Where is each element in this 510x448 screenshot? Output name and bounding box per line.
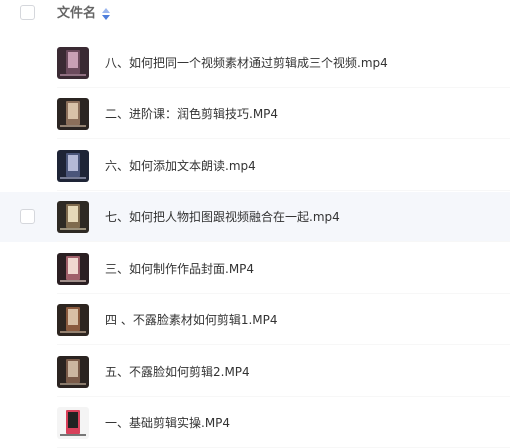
- file-row[interactable]: 二、进阶课：润色剪辑技巧.MP4: [0, 89, 510, 140]
- video-thumbnail[interactable]: [57, 355, 89, 388]
- video-thumbnail[interactable]: [57, 149, 89, 182]
- column-header-filename[interactable]: 文件名: [57, 6, 96, 22]
- file-list-header: 文件名: [0, 0, 510, 30]
- row-divider: [57, 292, 510, 294]
- file-name[interactable]: 六、如何添加文本朗读.mp4: [105, 157, 256, 175]
- file-name[interactable]: 八、如何把同一个视频素材通过剪辑成三个视频.mp4: [105, 54, 388, 72]
- file-name[interactable]: 三、如何制作作品封面.MP4: [105, 260, 254, 278]
- file-name[interactable]: 二、进阶课：润色剪辑技巧.MP4: [105, 105, 278, 123]
- file-name[interactable]: 五、不露脸如何剪辑2.MP4: [105, 363, 250, 381]
- file-name[interactable]: 七、如何把人物扣图跟视频融合在一起.mp4: [105, 208, 340, 226]
- video-thumbnail[interactable]: [57, 47, 89, 79]
- row-divider: [57, 241, 510, 243]
- row-divider: [57, 138, 510, 140]
- file-name[interactable]: 四 、不露脸素材如何剪辑1.MP4: [105, 311, 278, 329]
- file-row[interactable]: 一、基础剪辑实操.MP4: [0, 398, 510, 448]
- video-thumbnail[interactable]: [57, 304, 89, 337]
- file-name[interactable]: 一、基础剪辑实操.MP4: [105, 414, 230, 432]
- file-row[interactable]: 七、如何把人物扣图跟视频融合在一起.mp4: [0, 192, 510, 243]
- video-thumbnail[interactable]: [57, 201, 89, 234]
- file-row[interactable]: 三、如何制作作品封面.MP4: [0, 244, 510, 294]
- row-divider: [57, 189, 510, 191]
- select-all-checkbox[interactable]: [20, 5, 35, 20]
- video-thumbnail[interactable]: [57, 252, 89, 285]
- video-thumbnail[interactable]: [57, 407, 89, 439]
- file-row[interactable]: 六、如何添加文本朗读.mp4: [0, 141, 510, 191]
- file-row[interactable]: 八、如何把同一个视频素材通过剪辑成三个视频.mp4: [0, 38, 510, 88]
- video-thumbnail[interactable]: [57, 98, 89, 131]
- file-row[interactable]: 五、不露脸如何剪辑2.MP4: [0, 347, 510, 397]
- sort-icon[interactable]: [102, 8, 110, 20]
- file-row[interactable]: 四 、不露脸素材如何剪辑1.MP4: [0, 295, 510, 346]
- row-divider: [57, 344, 510, 346]
- row-divider: [57, 395, 510, 397]
- row-divider: [57, 87, 510, 88]
- row-checkbox[interactable]: [20, 209, 35, 225]
